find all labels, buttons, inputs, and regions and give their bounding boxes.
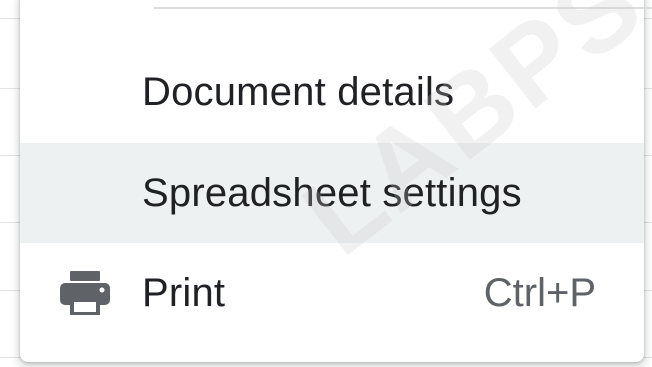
print-icon (60, 271, 110, 315)
menu-item-label: Print (142, 270, 226, 315)
menu-item-shortcut: Ctrl+P (483, 270, 596, 315)
menu-item-print[interactable]: Print Ctrl+P (20, 243, 644, 343)
menu-item-label: Spreadsheet settings (142, 170, 522, 215)
menu-item-spreadsheet-settings[interactable]: Spreadsheet settings (20, 143, 644, 243)
menu-divider (154, 7, 652, 9)
spreadsheet-background: Document details Spreadsheet settings Pr… (0, 0, 652, 367)
menu-item-label: Document details (142, 69, 455, 114)
menu-item-document-details[interactable]: Document details (20, 42, 644, 142)
